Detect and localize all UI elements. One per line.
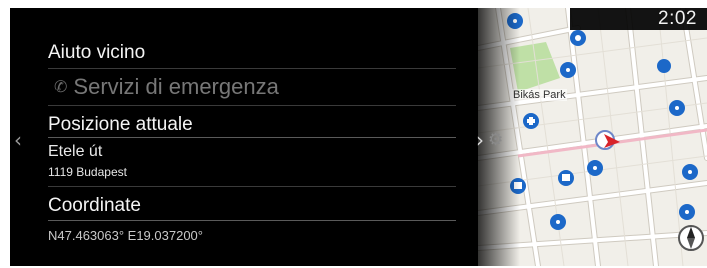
emergency-services-label: Servizi di emergenza bbox=[73, 74, 279, 99]
coordinates-title: Coordinate bbox=[48, 195, 141, 216]
map-edge-fade bbox=[450, 8, 520, 266]
gear-icon[interactable]: ⚙ bbox=[488, 131, 506, 149]
chevron-right-icon[interactable]: › bbox=[476, 128, 484, 152]
divider bbox=[48, 186, 456, 187]
divider bbox=[48, 137, 456, 138]
divider bbox=[48, 105, 456, 106]
city-postcode: 1119 Budapest bbox=[48, 165, 127, 179]
phone-icon: ✆ bbox=[54, 79, 68, 96]
nearby-help-title: Aiuto vicino bbox=[48, 42, 146, 63]
divider bbox=[48, 68, 456, 69]
chevron-left-icon[interactable]: ‹ bbox=[14, 128, 22, 152]
divider bbox=[48, 220, 456, 221]
emergency-services-item[interactable]: ✆ Servizi di emergenza bbox=[54, 74, 279, 100]
compass-icon bbox=[678, 225, 704, 251]
park-label: Bikás Park bbox=[512, 89, 567, 101]
coordinates-value: N47.463063° E19.037200° bbox=[48, 228, 203, 243]
clock: 2:02 bbox=[658, 8, 697, 29]
current-position-title: Posizione attuale bbox=[48, 114, 193, 135]
navigation-screen: Bikás Park 2:02 ‹ › ⚙ Aiuto vicino ✆ Serv… bbox=[10, 8, 707, 266]
street-name: Etele út bbox=[48, 143, 103, 160]
